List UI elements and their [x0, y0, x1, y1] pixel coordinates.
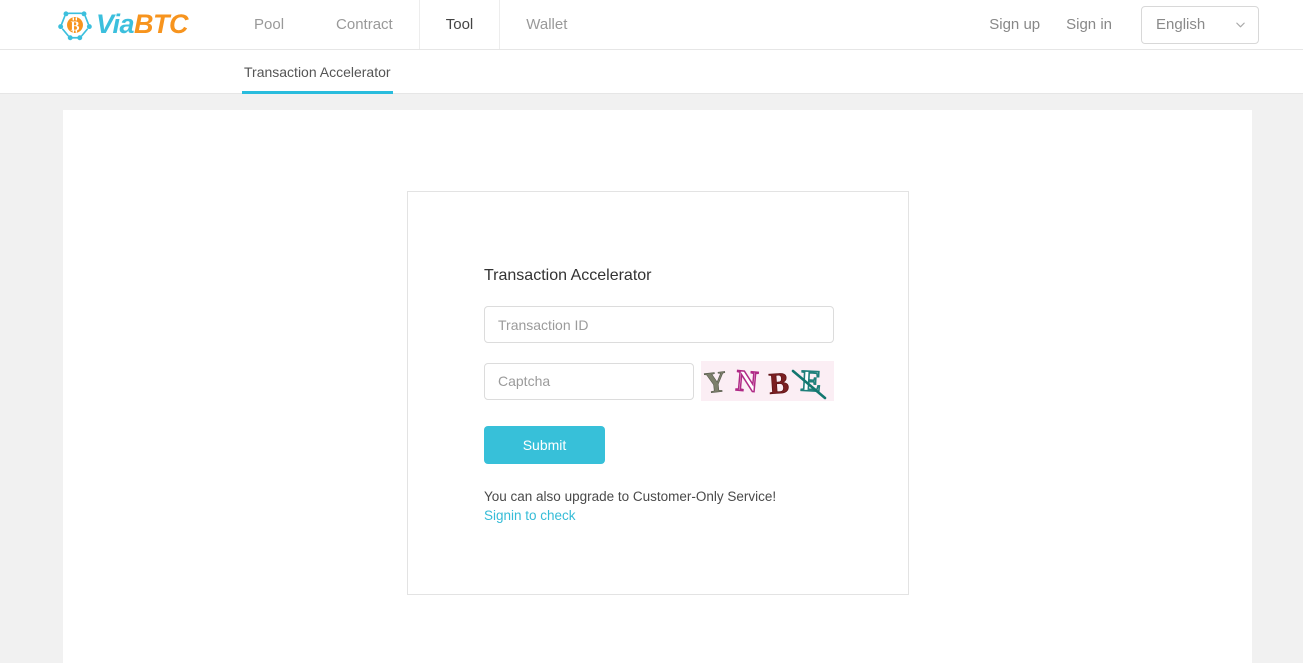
nav-item-pool[interactable]: Pool: [228, 0, 310, 49]
svg-text:B: B: [71, 18, 80, 33]
page-title: Transaction Accelerator: [484, 267, 652, 284]
accelerator-card: Transaction Accelerator Y N B E: [407, 191, 909, 595]
header-right-actions: Sign up Sign in English: [976, 0, 1259, 49]
sub-navigation: Transaction Accelerator: [0, 50, 1303, 94]
language-selector[interactable]: English: [1141, 5, 1259, 44]
chevron-down-icon: [1236, 22, 1245, 28]
brand-text-btc: BTC: [134, 9, 189, 39]
submit-button[interactable]: Submit: [484, 426, 605, 465]
brand-logo-link[interactable]: B ViaBTC: [58, 0, 189, 49]
captcha-letter-2: N: [735, 364, 760, 399]
transaction-id-input[interactable]: [484, 306, 834, 344]
viabtc-bitcoin-node-logo-icon: B: [58, 10, 92, 40]
top-header: B ViaBTC Pool Contract Tool Wallet Sign …: [0, 0, 1303, 50]
captcha-letter-1: Y: [703, 365, 728, 400]
captcha-letter-3: B: [768, 367, 790, 401]
sign-up-link[interactable]: Sign up: [976, 16, 1053, 33]
sign-in-link[interactable]: Sign in: [1053, 16, 1125, 33]
signin-to-check-link[interactable]: Signin to check: [484, 506, 844, 525]
brand-wordmark: ViaBTC: [96, 9, 189, 39]
content-panel: Transaction Accelerator Y N B E: [63, 110, 1252, 663]
nav-item-wallet[interactable]: Wallet: [500, 0, 593, 49]
captcha-input[interactable]: [484, 362, 694, 400]
language-selected-label: English: [1156, 16, 1206, 33]
upgrade-note: You can also upgrade to Customer-Only Se…: [484, 487, 844, 525]
upgrade-note-text: You can also upgrade to Customer-Only Se…: [484, 489, 777, 505]
tab-transaction-accelerator[interactable]: Transaction Accelerator: [242, 50, 393, 94]
accelerator-form: Transaction Accelerator Y N B E: [484, 266, 844, 525]
nav-item-contract[interactable]: Contract: [310, 0, 419, 49]
captcha-row: Y N B E: [484, 361, 844, 402]
page-body: Transaction Accelerator Y N B E: [0, 94, 1303, 663]
tab-transaction-accelerator-label: Transaction Accelerator: [244, 64, 391, 80]
captcha-image[interactable]: Y N B E: [701, 361, 834, 402]
brand-text-via: Via: [96, 9, 135, 39]
main-navigation: Pool Contract Tool Wallet: [228, 0, 593, 49]
nav-item-tool[interactable]: Tool: [418, 0, 501, 49]
